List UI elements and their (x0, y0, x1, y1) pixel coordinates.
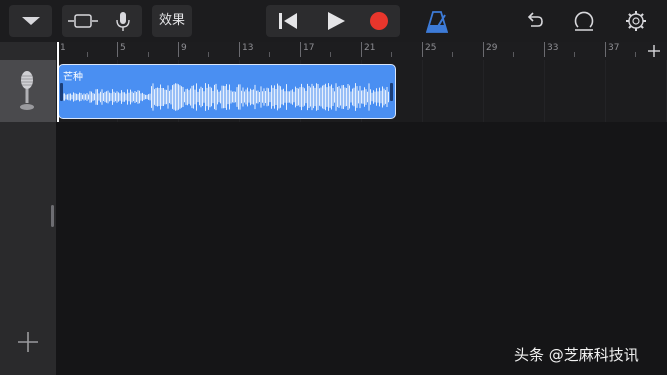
waveform (62, 83, 389, 111)
rewind-icon (279, 13, 297, 29)
play-icon (328, 12, 345, 30)
bar-number: 25 (425, 43, 437, 53)
bar-number: 9 (181, 43, 187, 53)
dropdown-icon (22, 17, 40, 25)
transport-group (266, 5, 400, 37)
add-track-icon[interactable] (16, 330, 40, 354)
record-icon (370, 12, 388, 30)
timeline-ruler[interactable]: 1 5 9 13 17 21 25 29 33 37 (56, 42, 667, 60)
play-button[interactable] (312, 5, 356, 37)
bar-number: 37 (608, 43, 620, 53)
loop-icon (574, 11, 594, 31)
microphone-icon (116, 12, 130, 31)
audio-region[interactable]: 芒种 (58, 64, 396, 119)
region-right-handle[interactable] (390, 83, 393, 101)
bar-number: 13 (242, 43, 254, 53)
track-header-resize-handle[interactable] (51, 205, 54, 227)
rewind-button[interactable] (266, 5, 310, 37)
record-button[interactable] (358, 5, 400, 37)
metronome-button[interactable] (418, 5, 454, 37)
undo-icon (527, 12, 543, 27)
bar-number: 33 (547, 43, 559, 53)
metronome-icon (426, 11, 448, 33)
region-left-handle[interactable] (60, 83, 63, 101)
tracks-view-button[interactable] (62, 5, 102, 37)
bar-number: 17 (303, 43, 315, 53)
view-buttons-group (62, 5, 142, 37)
add-section-icon[interactable] (648, 45, 660, 57)
dropdown-button[interactable] (9, 5, 52, 37)
bar-number: 5 (120, 43, 126, 53)
bar-number: 29 (486, 43, 498, 53)
effects-button[interactable]: 效果 (152, 5, 192, 37)
bar-number: 21 (364, 43, 376, 53)
settings-button[interactable] (619, 5, 653, 37)
watermark: 头条 @芝麻科技讯 (514, 346, 639, 364)
track-header-audio[interactable] (0, 60, 56, 122)
loop-button[interactable] (567, 5, 601, 37)
tracks-view-icon (68, 14, 98, 28)
bar-number: 1 (60, 43, 66, 53)
undo-button[interactable] (517, 5, 551, 37)
playhead[interactable] (57, 42, 59, 122)
toolbar: 效果 (0, 0, 667, 42)
settings-icon (626, 11, 646, 31)
vintage-microphone-icon (20, 71, 34, 110)
microphone-button[interactable] (102, 5, 142, 37)
